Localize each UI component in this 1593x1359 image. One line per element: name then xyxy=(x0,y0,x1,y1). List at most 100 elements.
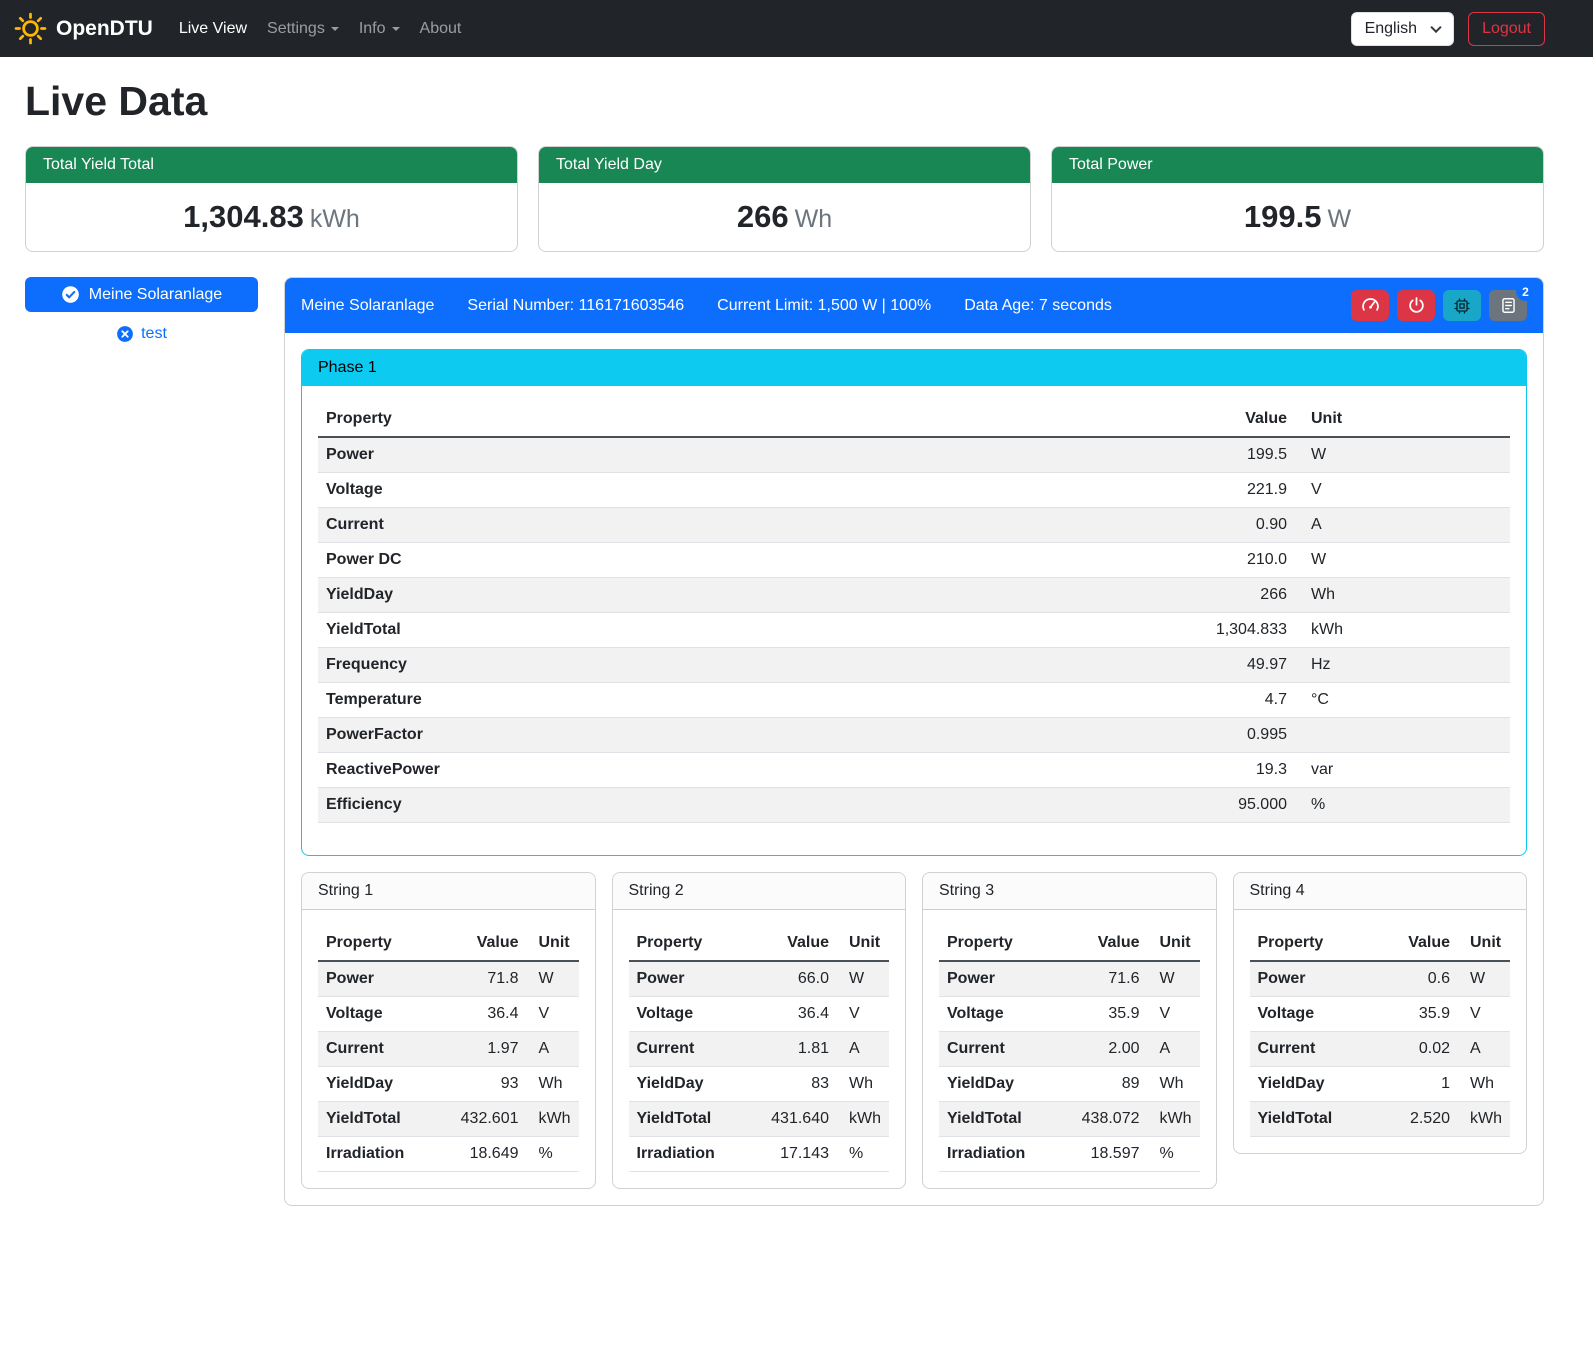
value-cell: 36.4 xyxy=(453,997,527,1032)
inverter-name-label: test xyxy=(141,325,167,343)
unit-cell: V xyxy=(527,997,579,1032)
value-cell: 0.995 xyxy=(1165,718,1295,753)
table-row: Power71.8W xyxy=(318,961,579,997)
total-yield-total-card: Total Yield Total 1,304.83kWh xyxy=(25,146,518,252)
value-cell: 35.9 xyxy=(1386,997,1458,1032)
property-cell: Current xyxy=(1250,1032,1387,1067)
chevron-down-icon xyxy=(331,27,339,31)
value-cell: 93 xyxy=(453,1067,527,1102)
unit-cell: % xyxy=(1148,1137,1200,1172)
brand[interactable]: OpenDTU xyxy=(14,12,153,45)
unit-cell: A xyxy=(1295,508,1510,543)
table-row: Power DC210.0W xyxy=(318,543,1510,578)
inverter-select-test[interactable]: test xyxy=(25,325,258,343)
x-circle-icon xyxy=(116,325,134,343)
inverter-select-meine-solaranlage[interactable]: Meine Solaranlage xyxy=(25,277,258,312)
table-row: Power0.6W xyxy=(1250,961,1511,997)
journal-icon xyxy=(1499,296,1518,315)
nav-info-label: Info xyxy=(359,20,386,38)
table-row: Efficiency95.000% xyxy=(318,788,1510,823)
table-header-row: Property Value Unit xyxy=(318,402,1510,437)
col-property: Property xyxy=(318,926,453,961)
table-row: YieldTotal2.520kWh xyxy=(1250,1102,1511,1137)
property-cell: Power xyxy=(318,437,1165,473)
unit-cell: W xyxy=(837,961,889,997)
nav-about[interactable]: About xyxy=(410,12,472,46)
total-yield-day-card: Total Yield Day 266Wh xyxy=(538,146,1031,252)
value-cell: 2.520 xyxy=(1386,1102,1458,1137)
col-unit: Unit xyxy=(1458,926,1510,961)
nav-settings[interactable]: Settings xyxy=(257,12,349,46)
phase-table: Property Value Unit Power199.5WVoltage22… xyxy=(318,402,1510,823)
top-navbar: OpenDTU Live View Settings Info About En… xyxy=(0,0,1593,57)
inverter-panel: Meine Solaranlage Serial Number: 1161716… xyxy=(284,277,1544,1206)
current-limit: Current Limit: 1,500 W | 100% xyxy=(717,297,931,315)
table-row: Voltage36.4V xyxy=(629,997,890,1032)
sun-logo-icon xyxy=(14,12,47,45)
speedometer-icon xyxy=(1360,295,1381,316)
nav-live-view[interactable]: Live View xyxy=(169,12,257,46)
string-4-table: Property Value Unit Power0.6WVoltage35.9… xyxy=(1250,926,1511,1137)
value-cell: 1.97 xyxy=(453,1032,527,1067)
value-cell: 49.97 xyxy=(1165,648,1295,683)
unit-cell: W xyxy=(1295,543,1510,578)
logout-button[interactable]: Logout xyxy=(1468,12,1545,46)
value-cell: 266 xyxy=(1165,578,1295,613)
property-cell: Irradiation xyxy=(629,1137,764,1172)
value-cell: 431.640 xyxy=(763,1102,837,1137)
col-unit: Unit xyxy=(1148,926,1200,961)
property-cell: Power xyxy=(629,961,764,997)
table-row: Power71.6W xyxy=(939,961,1200,997)
unit-cell xyxy=(1295,718,1510,753)
table-row: Temperature4.7°C xyxy=(318,683,1510,718)
property-cell: YieldTotal xyxy=(629,1102,764,1137)
chevron-down-icon xyxy=(392,27,400,31)
summary-cards: Total Yield Total 1,304.83kWh Total Yiel… xyxy=(25,146,1544,252)
unit-cell: V xyxy=(1458,997,1510,1032)
limit-settings-button[interactable] xyxy=(1351,290,1389,321)
unit-cell: kWh xyxy=(837,1102,889,1137)
unit-cell: W xyxy=(527,961,579,997)
unit-cell: W xyxy=(1458,961,1510,997)
language-select[interactable]: English xyxy=(1351,12,1454,46)
table-row: PowerFactor0.995 xyxy=(318,718,1510,753)
card-title: Total Power xyxy=(1052,147,1543,183)
phase-title: Phase 1 xyxy=(302,350,1526,386)
unit-cell: W xyxy=(1148,961,1200,997)
table-header-row: Property Value Unit xyxy=(318,926,579,961)
property-cell: YieldDay xyxy=(318,1067,453,1102)
table-row: Voltage35.9V xyxy=(939,997,1200,1032)
event-log-button[interactable]: 2 xyxy=(1489,290,1527,321)
panel-actions: 2 xyxy=(1351,290,1527,321)
col-value: Value xyxy=(1165,402,1295,437)
string-2-table: Property Value Unit Power66.0WVoltage36.… xyxy=(629,926,890,1172)
card-title: Total Yield Total xyxy=(26,147,517,183)
col-property: Property xyxy=(318,402,1165,437)
value-cell: 438.072 xyxy=(1074,1102,1148,1137)
property-cell: Efficiency xyxy=(318,788,1165,823)
value-cell: 432.601 xyxy=(453,1102,527,1137)
table-row: Current0.90A xyxy=(318,508,1510,543)
property-cell: Power xyxy=(939,961,1074,997)
string-1-table: Property Value Unit Power71.8WVoltage36.… xyxy=(318,926,579,1172)
table-row: Current0.02A xyxy=(1250,1032,1511,1067)
card-unit: Wh xyxy=(795,205,833,233)
device-info-button[interactable] xyxy=(1443,290,1481,321)
value-cell: 2.00 xyxy=(1074,1032,1148,1067)
inverter-panel-header: Meine Solaranlage Serial Number: 1161716… xyxy=(285,278,1543,333)
inverter-name-label: Meine Solaranlage xyxy=(89,286,222,304)
table-row: Power199.5W xyxy=(318,437,1510,473)
unit-cell: Wh xyxy=(837,1067,889,1102)
nav-info[interactable]: Info xyxy=(349,12,410,46)
power-icon xyxy=(1407,296,1426,315)
unit-cell: kWh xyxy=(1148,1102,1200,1137)
power-button[interactable] xyxy=(1397,290,1435,321)
unit-cell: V xyxy=(1295,473,1510,508)
serial-number: Serial Number: 116171603546 xyxy=(467,297,684,315)
card-title: Total Yield Day xyxy=(539,147,1030,183)
property-cell: YieldDay xyxy=(629,1067,764,1102)
property-cell: PowerFactor xyxy=(318,718,1165,753)
col-value: Value xyxy=(1074,926,1148,961)
table-row: YieldDay89Wh xyxy=(939,1067,1200,1102)
unit-cell: kWh xyxy=(1295,613,1510,648)
